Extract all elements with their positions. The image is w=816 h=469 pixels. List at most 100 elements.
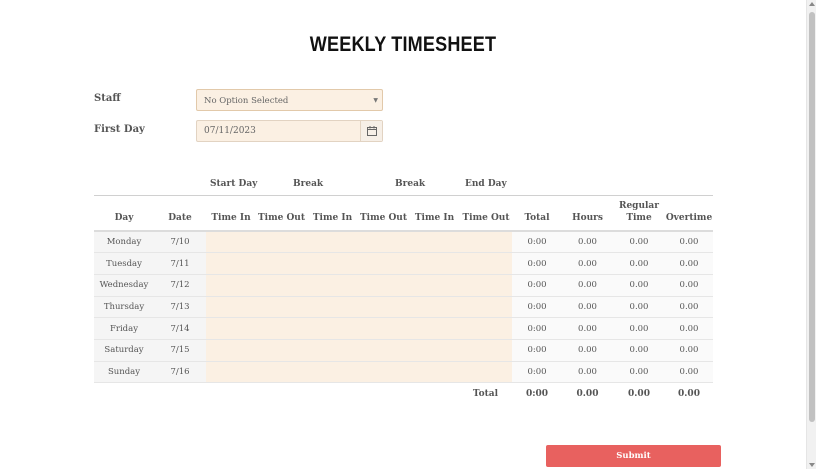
break1-time-out-input[interactable] xyxy=(256,274,307,297)
break2-time-in-input[interactable] xyxy=(409,231,460,253)
row-regular: 0.00 xyxy=(613,339,665,362)
end-time-out-input[interactable] xyxy=(460,252,512,275)
table-row: Thursday 7/13 0:00 0.00 0.00 0.00 xyxy=(94,296,713,318)
table-row: Sunday 7/16 0:00 0.00 0.00 0.00 xyxy=(94,361,713,383)
col-date: Date xyxy=(168,213,192,223)
start-time-in-input[interactable] xyxy=(206,339,256,362)
break2-time-out-input[interactable] xyxy=(358,317,409,340)
first-day-label: First Day xyxy=(94,124,145,135)
timesheet-table: Start Day Break Break End Day Day Date T… xyxy=(94,177,713,405)
group-break-2: Break xyxy=(395,179,426,189)
row-overtime: 0.00 xyxy=(665,252,713,275)
row-hours: 0.00 xyxy=(562,317,613,340)
group-break-1: Break xyxy=(293,179,324,189)
col-day: Day xyxy=(114,213,134,223)
break1-time-out-input[interactable] xyxy=(256,361,307,383)
break2-time-out-input[interactable] xyxy=(358,296,409,318)
row-hours: 0.00 xyxy=(562,274,613,297)
day-cell: Monday xyxy=(94,231,154,253)
break1-time-out-input[interactable] xyxy=(256,252,307,275)
start-time-in-input[interactable] xyxy=(206,231,256,253)
start-time-in-input[interactable] xyxy=(206,317,256,340)
footer-total: 0:00 xyxy=(512,382,562,405)
footer-regular: 0.00 xyxy=(613,382,665,405)
break2-time-out-input[interactable] xyxy=(358,274,409,297)
table-row: Wednesday 7/12 0:00 0.00 0.00 0.00 xyxy=(94,274,713,297)
end-time-out-input[interactable] xyxy=(460,274,512,297)
break1-time-out-input[interactable] xyxy=(256,339,307,362)
scroll-down-icon[interactable] xyxy=(809,463,815,467)
first-day-input[interactable]: 07/11/2023 xyxy=(196,120,383,142)
break1-time-in-input[interactable] xyxy=(307,231,358,253)
break1-time-in-input[interactable] xyxy=(307,296,358,318)
break1-time-in-input[interactable] xyxy=(307,252,358,275)
break2-time-out-input[interactable] xyxy=(358,231,409,253)
day-cell: Friday xyxy=(94,317,154,340)
row-regular: 0.00 xyxy=(613,361,665,383)
start-time-in-input[interactable] xyxy=(206,252,256,275)
staff-select[interactable]: No Option Selected ▼ xyxy=(196,89,383,111)
row-hours: 0.00 xyxy=(562,296,613,318)
table-row: Monday 7/10 0:00 0.00 0.00 0.00 xyxy=(94,231,713,253)
break1-time-out-input[interactable] xyxy=(256,317,307,340)
date-picker-button[interactable] xyxy=(360,121,382,141)
start-time-in-input[interactable] xyxy=(206,296,256,318)
col-break1-time-in: Time In xyxy=(312,213,353,223)
row-overtime: 0.00 xyxy=(665,339,713,362)
start-time-in-input[interactable] xyxy=(206,274,256,297)
break1-time-in-input[interactable] xyxy=(307,361,358,383)
row-regular: 0.00 xyxy=(613,231,665,253)
start-time-in-input[interactable] xyxy=(206,361,256,383)
col-overtime: Overtime xyxy=(665,213,713,223)
row-overtime: 0.00 xyxy=(665,231,713,253)
scroll-up-icon[interactable] xyxy=(809,2,815,6)
scroll-thumb[interactable] xyxy=(809,12,815,422)
end-time-out-input[interactable] xyxy=(460,339,512,362)
row-overtime: 0.00 xyxy=(665,274,713,297)
break1-time-in-input[interactable] xyxy=(307,274,358,297)
break2-time-out-input[interactable] xyxy=(358,361,409,383)
break2-time-in-input[interactable] xyxy=(409,361,460,383)
row-regular: 0.00 xyxy=(613,296,665,318)
calendar-icon xyxy=(367,126,377,136)
first-day-value: 07/11/2023 xyxy=(204,126,256,136)
row-total: 0:00 xyxy=(512,231,562,253)
row-total: 0:00 xyxy=(512,317,562,340)
date-cell: 7/15 xyxy=(154,339,206,362)
row-hours: 0.00 xyxy=(562,252,613,275)
end-time-out-input[interactable] xyxy=(460,361,512,383)
col-hours: Hours xyxy=(572,213,603,223)
table-footer-row: Total 0:00 0.00 0.00 0.00 xyxy=(94,382,713,405)
footer-overtime: 0.00 xyxy=(665,382,713,405)
date-cell: 7/12 xyxy=(154,274,206,297)
col-start-time-in: Time In xyxy=(211,213,251,223)
date-cell: 7/13 xyxy=(154,296,206,318)
row-overtime: 0.00 xyxy=(665,361,713,383)
caret-down-icon: ▼ xyxy=(373,97,378,104)
date-cell: 7/16 xyxy=(154,361,206,383)
col-break1-time-out: Time Out xyxy=(257,213,306,223)
break2-time-in-input[interactable] xyxy=(409,274,460,297)
table-row: Friday 7/14 0:00 0.00 0.00 0.00 xyxy=(94,317,713,340)
break2-time-in-input[interactable] xyxy=(409,296,460,318)
staff-label: Staff xyxy=(94,93,121,104)
vertical-scrollbar[interactable] xyxy=(806,0,816,469)
break1-time-in-input[interactable] xyxy=(307,317,358,340)
break2-time-in-input[interactable] xyxy=(409,252,460,275)
end-time-out-input[interactable] xyxy=(460,317,512,340)
break2-time-out-input[interactable] xyxy=(358,339,409,362)
page-title: WEEKLY TIMESHEET xyxy=(309,33,497,56)
break1-time-out-input[interactable] xyxy=(256,296,307,318)
staff-select-value: No Option Selected xyxy=(204,96,289,106)
end-time-out-input[interactable] xyxy=(460,296,512,318)
break2-time-in-input[interactable] xyxy=(409,317,460,340)
break1-time-out-input[interactable] xyxy=(256,231,307,253)
row-hours: 0.00 xyxy=(562,361,613,383)
submit-button[interactable]: Submit xyxy=(546,445,721,467)
break2-time-in-input[interactable] xyxy=(409,339,460,362)
row-total: 0:00 xyxy=(512,274,562,297)
col-end-time-out: Time Out xyxy=(462,213,510,223)
break1-time-in-input[interactable] xyxy=(307,339,358,362)
break2-time-out-input[interactable] xyxy=(358,252,409,275)
end-time-out-input[interactable] xyxy=(460,231,512,253)
